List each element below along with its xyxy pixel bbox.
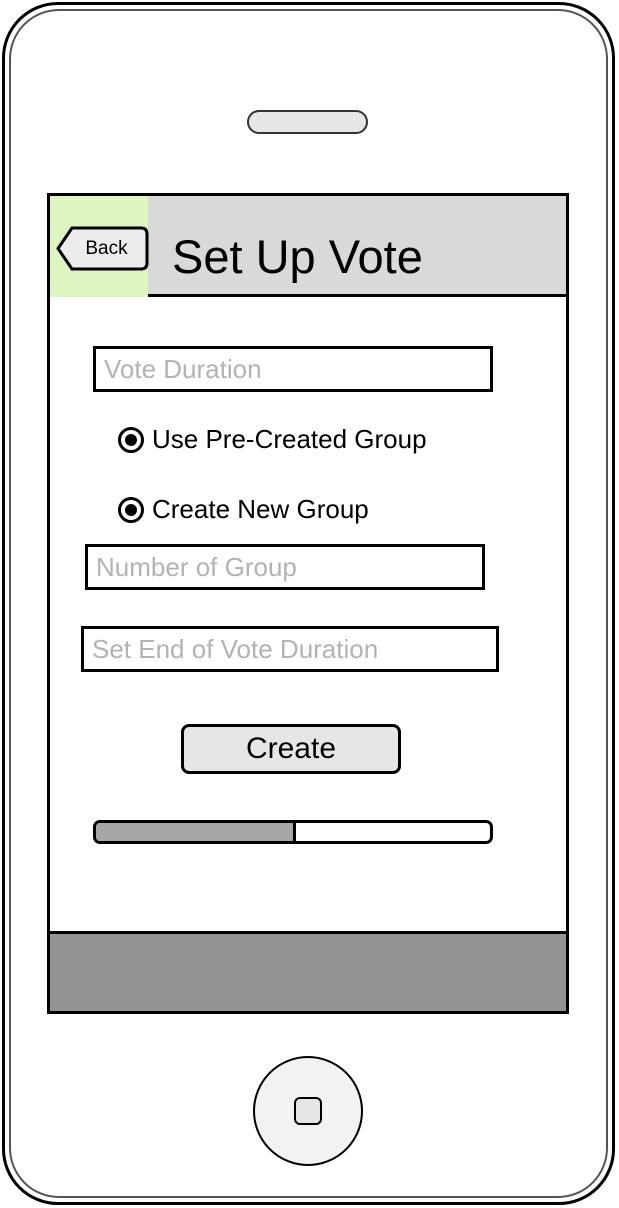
progress-bar [93,820,493,844]
radio-selected-icon [118,426,144,453]
create-button-label: Create [245,732,337,765]
radio-use-precreated-group[interactable]: Use Pre-Created Group [118,424,427,455]
create-button[interactable]: Create [181,724,401,774]
bottom-bar [50,931,566,1011]
home-button-icon[interactable] [253,1056,363,1166]
back-button-label: Back [85,237,128,259]
page-title: Set Up Vote [172,230,423,283]
progress-bar-fill [96,823,296,841]
radio-new-label: Create New Group [152,494,369,524]
radio-precreated-label: Use Pre-Created Group [152,424,427,454]
phone-speaker [247,110,368,134]
radio-create-new-group[interactable]: Create New Group [118,494,369,525]
home-square-icon [294,1097,322,1125]
phone-screen [47,193,569,1014]
end-vote-duration-input[interactable] [81,626,499,672]
radio-selected-icon [118,496,144,523]
back-button[interactable]: Back [56,226,149,271]
number-of-group-input[interactable] [85,544,485,590]
vote-duration-input[interactable] [93,346,493,392]
